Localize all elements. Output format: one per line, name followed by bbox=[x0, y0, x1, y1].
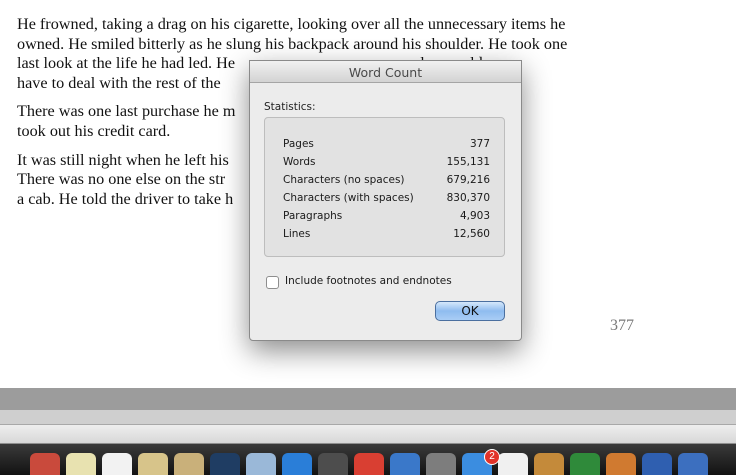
chrome-icon[interactable] bbox=[354, 453, 384, 475]
statistics-box: Pages 377 Words 155,131 Characters (no s… bbox=[264, 117, 505, 257]
text-line: owned. He smiled bitterly as he slung hi… bbox=[17, 34, 568, 53]
stat-label: Characters (no spaces) bbox=[283, 174, 405, 186]
stickies-icon[interactable] bbox=[138, 453, 168, 475]
stat-row-pages: Pages 377 bbox=[283, 138, 490, 156]
stat-value: 830,370 bbox=[446, 192, 490, 204]
word-count-dialog: Word Count Statistics: Pages 377 Words 1… bbox=[249, 60, 522, 341]
finder-icon[interactable] bbox=[174, 453, 204, 475]
excel-icon[interactable] bbox=[570, 453, 600, 475]
stat-label: Characters (with spaces) bbox=[283, 192, 414, 204]
powerpoint-icon[interactable] bbox=[606, 453, 636, 475]
screen-sharing-icon[interactable] bbox=[390, 453, 420, 475]
text-line: He frowned, taking a drag on his cigaret… bbox=[17, 15, 566, 33]
mail-icon[interactable] bbox=[318, 453, 348, 475]
stat-row-lines: Lines 12,560 bbox=[283, 228, 490, 246]
footnotes-checkbox-label[interactable]: Include footnotes and endnotes bbox=[285, 275, 452, 287]
status-bar bbox=[0, 424, 736, 444]
dock bbox=[0, 444, 736, 475]
stat-row-characters-no-spaces: Characters (no spaces) 679,216 bbox=[283, 174, 490, 192]
preview-icon[interactable] bbox=[246, 453, 276, 475]
text-line: have to deal with the rest of the bbox=[17, 73, 225, 92]
stat-value: 155,131 bbox=[446, 156, 490, 168]
text-line: a cab. He told the driver to take h bbox=[17, 189, 234, 208]
stat-row-paragraphs: Paragraphs 4,903 bbox=[283, 210, 490, 228]
xcode-icon[interactable] bbox=[282, 453, 312, 475]
reminders-icon[interactable] bbox=[102, 453, 132, 475]
horizontal-scrollbar[interactable] bbox=[0, 410, 736, 424]
stat-value: 377 bbox=[469, 138, 490, 150]
stat-value: 679,216 bbox=[446, 174, 490, 186]
document-background bbox=[0, 388, 736, 410]
stat-label: Paragraphs bbox=[283, 210, 343, 222]
ok-button[interactable]: OK bbox=[435, 301, 505, 321]
stat-label: Words bbox=[283, 156, 316, 168]
stat-row-characters-with-spaces: Characters (with spaces) 830,370 bbox=[283, 192, 490, 210]
dialog-titlebar[interactable]: Word Count bbox=[250, 61, 521, 83]
notes-icon[interactable] bbox=[66, 453, 96, 475]
more-icon[interactable] bbox=[678, 453, 708, 475]
calendar-icon[interactable] bbox=[30, 453, 60, 475]
stat-value: 12,560 bbox=[453, 228, 490, 240]
app-store-badge: 2 bbox=[484, 449, 500, 465]
system-preferences-icon[interactable] bbox=[426, 453, 456, 475]
word-icon[interactable] bbox=[642, 453, 672, 475]
footnotes-checkbox[interactable] bbox=[266, 276, 279, 289]
stat-value: 4,903 bbox=[459, 210, 490, 222]
stat-label: Lines bbox=[283, 228, 311, 240]
script-editor-icon[interactable] bbox=[534, 453, 564, 475]
stat-label: Pages bbox=[283, 138, 314, 150]
stat-row-words: Words 155,131 bbox=[283, 156, 490, 174]
statistics-label: Statistics: bbox=[264, 101, 316, 113]
text-line: took out his credit card. bbox=[17, 121, 171, 140]
quicktime-icon[interactable] bbox=[210, 453, 240, 475]
textedit-icon[interactable] bbox=[498, 453, 528, 475]
page-number: 377 bbox=[610, 317, 634, 334]
dialog-title: Word Count bbox=[348, 65, 423, 80]
